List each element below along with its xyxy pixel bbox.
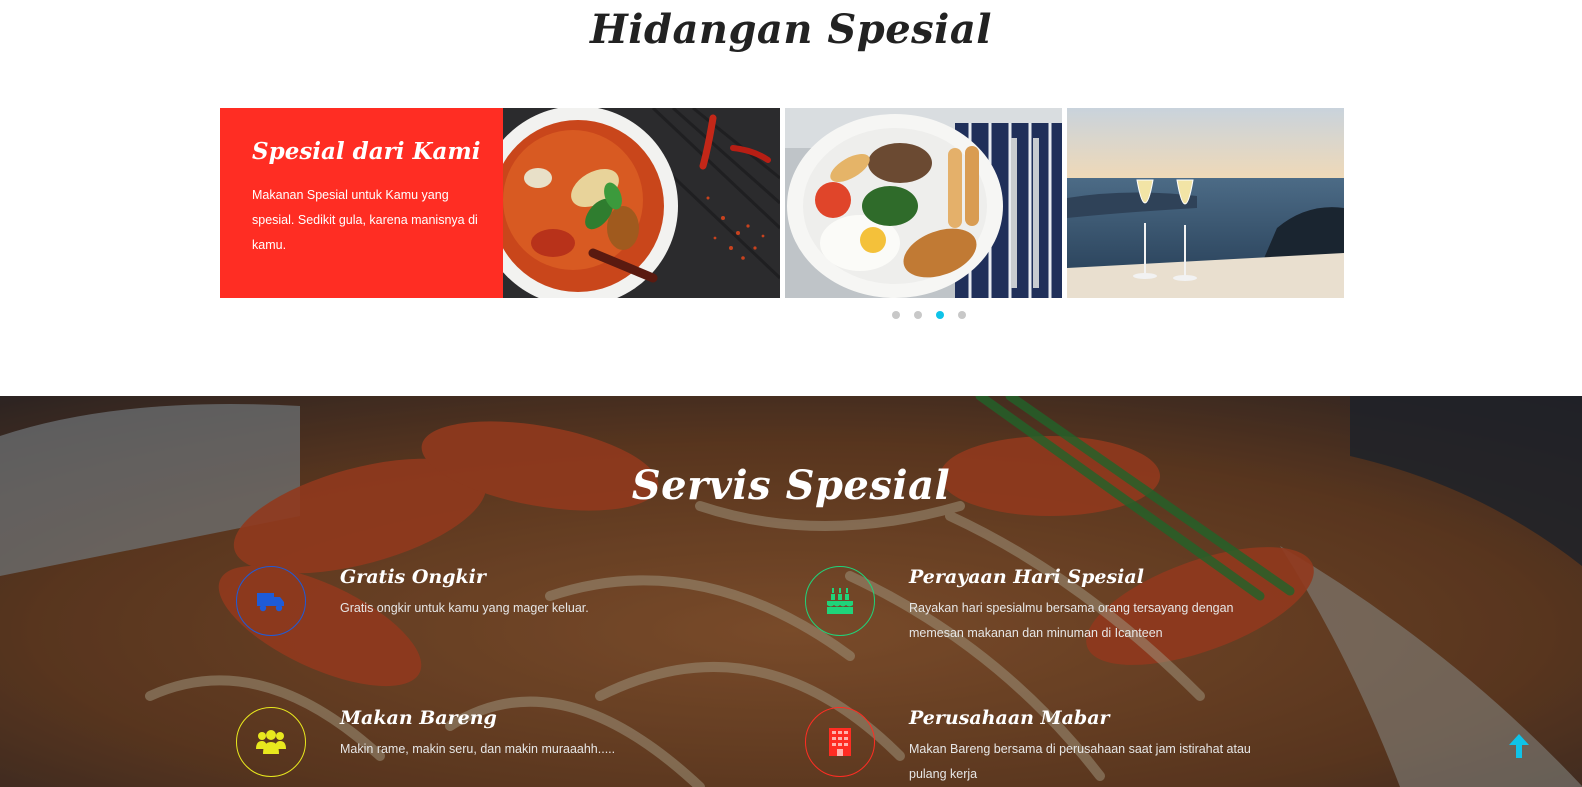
service-description: Makin rame, makin seru, dan makin muraaa…	[340, 742, 616, 756]
truck-icon	[257, 593, 284, 612]
back-to-top-button[interactable]	[1506, 732, 1532, 762]
service-icon-ring	[805, 566, 875, 636]
service-description: Gratis ongkir untuk kamu yang mager kelu…	[340, 601, 589, 615]
slide-curry-soup[interactable]	[503, 108, 780, 298]
building-icon	[829, 728, 851, 756]
service-icon-ring	[236, 566, 306, 636]
service-description: Makan Bareng bersama di perusahaan saat …	[909, 742, 1251, 781]
special-dishes-title: Hidangan Spesial	[590, 6, 992, 53]
service-icon-ring	[236, 707, 306, 777]
special-services-title: Servis Spesial	[631, 462, 951, 509]
promo-card: Spesial dari Kami Makanan Spesial untuk …	[220, 108, 507, 298]
slide-champagne-sea[interactable]	[1067, 108, 1344, 298]
champagne-sea-view-photo	[1067, 108, 1344, 298]
special-dishes-section: Hidangan Spesial Spesial dari Kami Makan…	[0, 0, 1582, 396]
service-free-delivery: Gratis Ongkir Gratis ongkir untuk kamu y…	[236, 566, 756, 646]
dish-carousel[interactable]: Spesial dari Kami Makanan Spesial untuk …	[220, 108, 1354, 298]
carousel-dot-2[interactable]	[914, 311, 922, 319]
carousel-dot-4[interactable]	[958, 311, 966, 319]
service-description: Rayakan hari spesialmu bersama orang ter…	[909, 601, 1234, 640]
service-title: Gratis Ongkir	[340, 566, 486, 588]
service-icon-ring	[805, 707, 875, 777]
arrow-up-icon	[1509, 734, 1529, 758]
carousel-dot-3-active[interactable]	[936, 311, 944, 319]
carousel-pagination	[892, 311, 966, 319]
breakfast-plate-photo	[785, 108, 1062, 298]
promo-heading: Spesial dari Kami	[252, 138, 481, 165]
service-eat-together: Makan Bareng Makin rame, makin seru, dan…	[236, 707, 756, 787]
service-special-day: Perayaan Hari Spesial Rayakan hari spesi…	[805, 566, 1325, 646]
service-title: Makan Bareng	[340, 707, 497, 729]
service-title: Perusahaan Mabar	[909, 707, 1110, 729]
birthday-cake-icon	[827, 588, 853, 614]
promo-text: Makanan Spesial untuk Kamu yang spesial.…	[252, 188, 478, 252]
carousel-dot-1[interactable]	[892, 311, 900, 319]
service-title: Perayaan Hari Spesial	[909, 566, 1144, 588]
service-company-meal: Perusahaan Mabar Makan Bareng bersama di…	[805, 707, 1325, 787]
curry-soup-photo	[503, 108, 780, 298]
group-icon	[256, 730, 286, 754]
slide-breakfast-plate[interactable]	[785, 108, 1062, 298]
special-services-section: Servis Spesial Gratis Ongkir Gratis ongk…	[0, 396, 1582, 787]
